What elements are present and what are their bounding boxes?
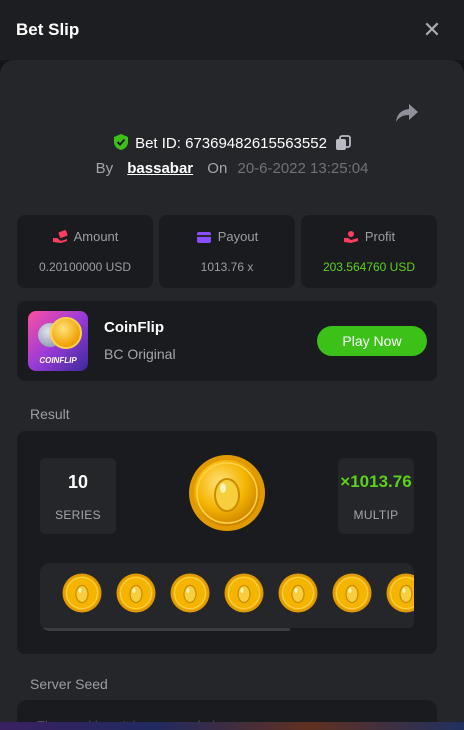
coinflip-thumbnail[interactable]: COINFLIP — [28, 311, 88, 371]
payout-label: Payout — [217, 229, 259, 244]
hand-coin-icon — [343, 231, 358, 243]
scrollbar[interactable] — [40, 628, 414, 631]
on-label: On — [207, 160, 228, 177]
coin-icon — [332, 573, 372, 613]
money-hand-icon — [52, 230, 68, 243]
big-coin-icon — [189, 455, 265, 531]
coin-icon — [224, 573, 264, 613]
series-value: 10 — [67, 472, 89, 492]
share-icon[interactable] — [394, 102, 420, 124]
profit-card: Profit 203.564760 USD — [301, 215, 437, 288]
payout-card: Payout 1013.76 x — [159, 215, 295, 288]
bet-id-row: Bet ID: 67369482615563552 — [0, 133, 464, 152]
game-name: CoinFlip — [104, 319, 164, 336]
copy-icon[interactable] — [335, 135, 351, 151]
header: Bet Slip ✕ — [0, 0, 464, 60]
multiplier-box: ×1013.76 MULTIP — [338, 458, 414, 534]
play-now-button[interactable]: Play Now — [317, 326, 427, 356]
server-seed-label: Server Seed — [30, 676, 108, 692]
coin-list — [62, 573, 414, 617]
payout-value: 1013.76 x — [200, 260, 254, 274]
amount-card: Amount 0.20100000 USD — [17, 215, 153, 288]
wallet-icon — [196, 232, 211, 243]
series-box: 10 SERIES — [40, 458, 116, 534]
shield-check-icon — [114, 134, 129, 150]
bet-date: 20-6-2022 13:25:04 — [237, 160, 369, 177]
coin-icon — [278, 573, 318, 613]
by-label: By — [95, 160, 114, 177]
series-label: SERIES — [55, 508, 101, 522]
amount-label: Amount — [73, 229, 119, 244]
coin-icon — [62, 573, 102, 613]
page-title: Bet Slip — [16, 20, 80, 39]
bet-id: Bet ID: 67369482615563552 — [135, 135, 327, 152]
coin-icon — [386, 573, 414, 613]
profit-value: 203.564760 USD — [322, 260, 416, 274]
bet-meta-row: By bassabar On 20-6-2022 13:25:04 — [0, 160, 464, 177]
background-edge — [0, 722, 464, 730]
bet-slip-panel: Bet ID: 67369482615563552 By bassabar On… — [0, 60, 464, 730]
game-subtitle: BC Original — [104, 346, 176, 362]
multiplier-value: ×1013.76 — [340, 472, 412, 491]
coin-history-strip[interactable] — [40, 563, 414, 631]
coin-icon — [116, 573, 156, 613]
game-card: COINFLIP CoinFlip BC Original Play Now — [17, 301, 437, 381]
profit-label: Profit — [364, 229, 396, 244]
thumbnail-label: COINFLIP — [39, 356, 77, 365]
coin-icon — [170, 573, 210, 613]
close-icon[interactable]: ✕ — [420, 18, 444, 42]
user-link[interactable]: bassabar — [127, 160, 193, 177]
amount-value: 0.20100000 USD — [38, 260, 132, 274]
result-card: 10 SERIES ×1013.76 MULTIP — [17, 431, 437, 654]
multiplier-label: MULTIP — [353, 508, 399, 522]
result-label: Result — [30, 406, 70, 422]
